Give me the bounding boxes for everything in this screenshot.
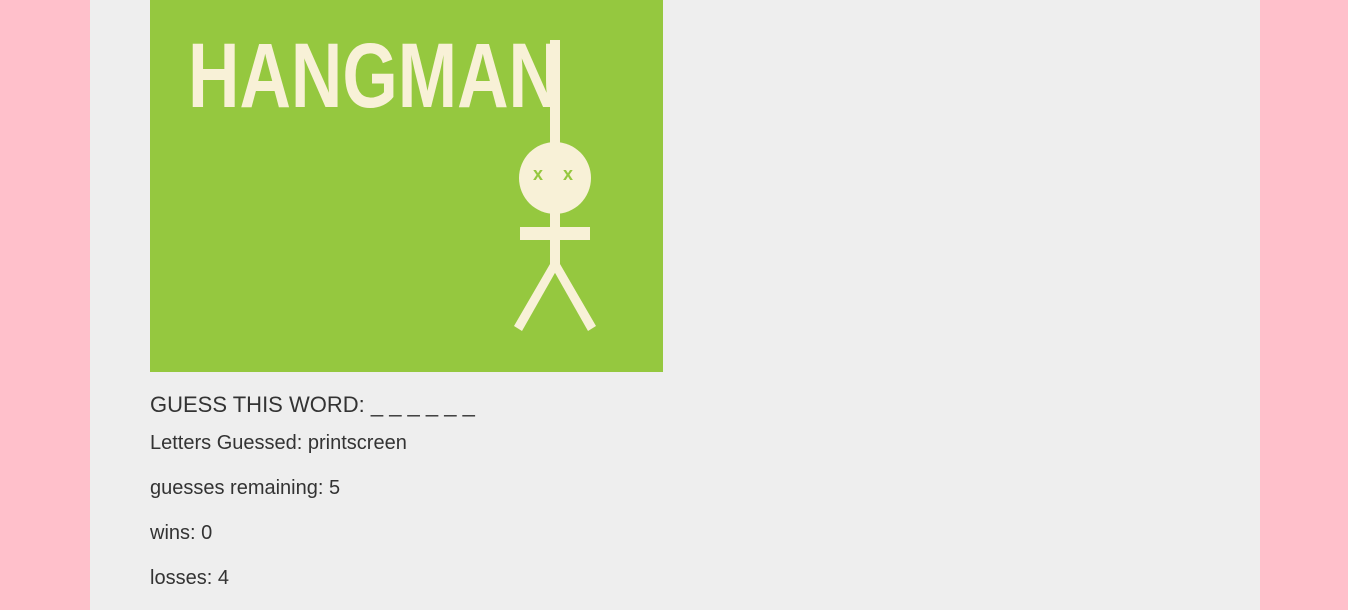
wins-value: 0 [201, 522, 213, 544]
letters-guessed-value: printscreen [307, 432, 407, 454]
losses-value: 4 [217, 567, 229, 589]
losses-line: losses: 4 [150, 566, 229, 590]
guesses-remaining-line: guesses remaining: 5 [150, 476, 340, 500]
guess-word-label: GUESS THIS WORD: [150, 392, 365, 417]
guesses-remaining-label: guesses remaining: [150, 477, 324, 499]
letters-guessed-line: Letters Guessed: printscreen [150, 431, 407, 455]
left-eye-mark: x [533, 164, 543, 184]
hangman-banner: HANGMAN x x [150, 0, 663, 372]
right-eye-mark: x [563, 164, 573, 184]
wins-label: wins: [150, 522, 196, 544]
hangman-title: HANGMAN [188, 25, 560, 127]
letters-guessed-label: Letters Guessed: [150, 432, 303, 454]
losses-label: losses: [150, 567, 213, 589]
guesses-remaining-value: 5 [329, 477, 341, 499]
guess-word-blanks: _ _ _ _ _ _ [370, 392, 475, 417]
wins-line: wins: 0 [150, 521, 212, 545]
hangman-figure-icon: HANGMAN x x [188, 25, 596, 331]
game-container: HANGMAN x x GUESS THIS WORD: _ _ _ _ _ _… [90, 0, 1260, 610]
guess-word-line: GUESS THIS WORD: _ _ _ _ _ _ [150, 390, 475, 420]
